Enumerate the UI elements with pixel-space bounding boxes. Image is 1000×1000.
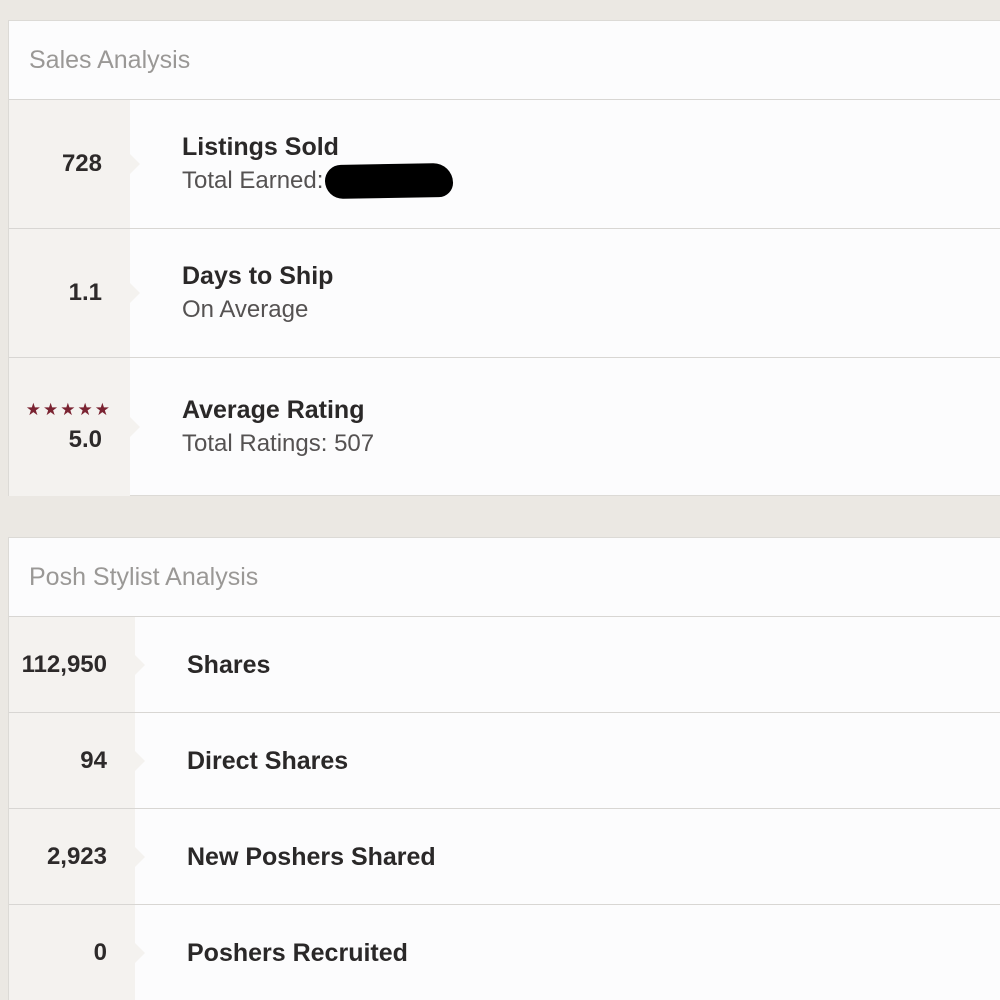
redacted-amount <box>325 162 454 200</box>
posh-stylist-analysis-card: Posh Stylist Analysis 112,950 Shares 94 … <box>8 537 1000 1000</box>
new-poshers-shared-value: 2,923 <box>46 842 107 870</box>
total-earned-line: Total Earned: <box>182 162 1000 200</box>
direct-shares-label-cell: Direct Shares <box>135 713 1000 808</box>
direct-shares-value: 94 <box>80 746 107 774</box>
listings-sold-title: Listings Sold <box>182 133 339 161</box>
rating-stars: ★ ★ ★ ★ ★ <box>26 401 110 418</box>
days-to-ship-subtitle: On Average <box>182 296 309 323</box>
listings-sold-value: 728 <box>61 150 102 177</box>
days-to-ship-value-cell: 1.1 <box>9 229 140 357</box>
star-icon: ★ <box>77 399 93 419</box>
days-to-ship-title: Days to Ship <box>182 262 334 290</box>
poshers-recruited-row[interactable]: 0 Poshers Recruited <box>9 905 1000 1000</box>
average-rating-value: 5.0 <box>68 425 102 453</box>
sales-analysis-header: Sales Analysis <box>9 21 1000 100</box>
listings-sold-value-cell: 728 <box>9 100 140 228</box>
star-icon: ★ <box>43 399 59 419</box>
sales-analysis-card: Sales Analysis 728 Listings Sold Total E… <box>8 20 1000 496</box>
shares-title: Shares <box>187 650 271 679</box>
new-poshers-shared-row[interactable]: 2,923 New Poshers Shared <box>9 809 1000 905</box>
days-to-ship-label-cell: Days to Ship On Average <box>130 229 1000 357</box>
shares-value-cell: 112,950 <box>9 617 145 712</box>
total-ratings-subtitle: Total Ratings: 507 <box>182 430 375 457</box>
new-poshers-shared-label-cell: New Poshers Shared <box>135 809 1000 904</box>
shares-row[interactable]: 112,950 Shares <box>9 617 1000 713</box>
star-icon: ★ <box>60 399 76 419</box>
listings-sold-row[interactable]: 728 Listings Sold Total Earned: <box>9 100 1000 229</box>
new-poshers-shared-value-cell: 2,923 <box>9 809 145 904</box>
poshers-recruited-title: Poshers Recruited <box>187 938 408 967</box>
shares-value: 112,950 <box>21 650 107 678</box>
average-rating-title: Average Rating <box>182 396 365 424</box>
days-to-ship-row[interactable]: 1.1 Days to Ship On Average <box>9 229 1000 358</box>
new-poshers-shared-title: New Poshers Shared <box>187 842 436 871</box>
average-rating-value-cell: ★ ★ ★ ★ ★ 5.0 <box>9 358 140 496</box>
poshers-recruited-value-cell: 0 <box>9 905 145 1000</box>
poshers-recruited-label-cell: Poshers Recruited <box>135 905 1000 1000</box>
total-earned-label: Total Earned: <box>182 167 324 194</box>
average-rating-label-cell: Average Rating Total Ratings: 507 <box>130 358 1000 496</box>
star-icon: ★ <box>25 399 41 419</box>
listings-sold-label-cell: Listings Sold Total Earned: <box>130 100 1000 228</box>
direct-shares-value-cell: 94 <box>9 713 145 808</box>
star-icon: ★ <box>94 399 110 419</box>
page: Sales Analysis 728 Listings Sold Total E… <box>0 0 1000 1000</box>
poshers-recruited-value: 0 <box>93 938 107 966</box>
days-to-ship-value: 1.1 <box>68 279 102 306</box>
direct-shares-row[interactable]: 94 Direct Shares <box>9 713 1000 809</box>
shares-label-cell: Shares <box>135 617 1000 712</box>
posh-stylist-analysis-header: Posh Stylist Analysis <box>9 538 1000 617</box>
direct-shares-title: Direct Shares <box>187 746 349 775</box>
average-rating-row[interactable]: ★ ★ ★ ★ ★ 5.0 Average Rating Total Ratin… <box>9 358 1000 496</box>
